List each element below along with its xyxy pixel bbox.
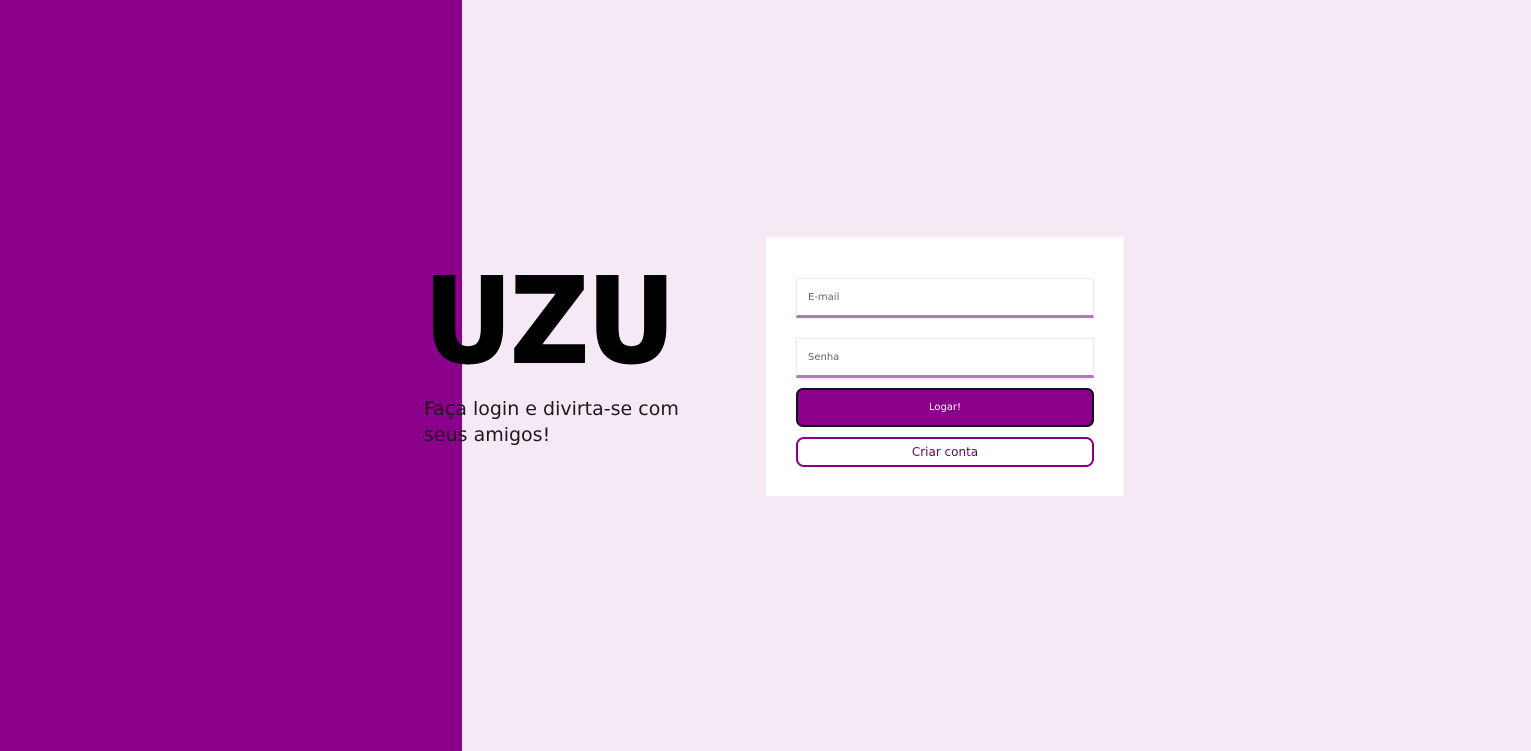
email-input[interactable] xyxy=(797,279,1093,315)
password-field xyxy=(796,338,1094,378)
login-card: Logar! Criar conta xyxy=(766,237,1124,496)
tagline-text: Faça login e divirta-se com seus amigos! xyxy=(424,398,679,446)
login-page: UZU Faça login e divirta-se com seus ami… xyxy=(0,0,1531,751)
accent-side-panel xyxy=(0,0,462,751)
brand-section: UZU Faça login e divirta-se com seus ami… xyxy=(423,252,744,448)
app-logo: UZU xyxy=(423,252,676,390)
email-field xyxy=(796,278,1094,318)
password-input[interactable] xyxy=(797,339,1093,375)
login-button[interactable]: Logar! xyxy=(796,388,1094,427)
create-account-button[interactable]: Criar conta xyxy=(796,437,1094,467)
